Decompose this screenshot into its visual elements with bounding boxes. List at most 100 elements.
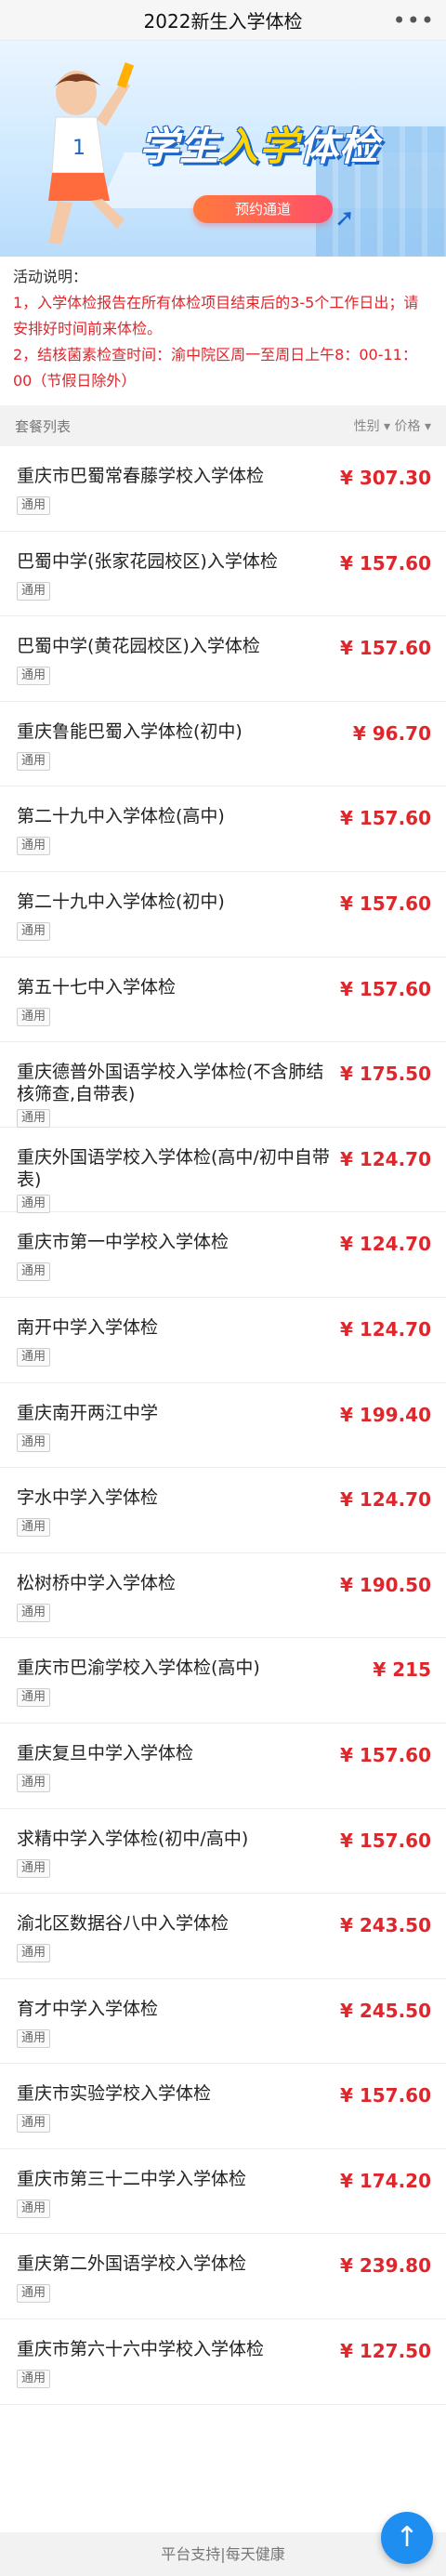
item-name: 重庆市第一中学校入学体检 xyxy=(17,1232,230,1253)
item-name: 巴蜀中学(黄花园校区)入学体检 xyxy=(17,636,260,657)
item-price: ¥ 157.60 xyxy=(339,977,431,1000)
list-item[interactable]: 巴蜀中学(黄花园校区)入学体检 通用 ¥ 157.60 xyxy=(0,616,446,702)
list-item[interactable]: 第五十七中入学体检 通用 ¥ 157.60 xyxy=(0,958,446,1043)
list-item[interactable]: 南开中学入学体检 通用 ¥ 124.70 xyxy=(0,1298,446,1383)
item-name: 重庆复旦中学入学体检 xyxy=(17,1742,194,1764)
list-item[interactable]: 重庆市第六十六中学校入学体检 通用 ¥ 127.50 xyxy=(0,2319,446,2405)
item-tag: 通用 xyxy=(17,581,51,601)
item-price: ¥ 124.70 xyxy=(339,1233,431,1256)
item-tag: 通用 xyxy=(17,1518,51,1538)
runner-number: 1 xyxy=(72,137,85,160)
notice-section: 活动说明： 1，入学体检报告在所有体检项目结束后的3-5个工作日出；请安排好时间… xyxy=(0,257,446,405)
item-price: ¥ 157.60 xyxy=(339,2084,431,2107)
runner-illustration: 1 xyxy=(48,62,135,244)
item-price: ¥ 124.70 xyxy=(339,1147,431,1170)
item-tag: 通用 xyxy=(17,2028,51,2048)
headline-part2: 体检 xyxy=(299,124,380,169)
item-name: 重庆市巴蜀常春藤学校入学体检 xyxy=(17,466,265,486)
list-item[interactable]: 重庆市巴渝学校入学体检(高中) 通用 ¥ 215 xyxy=(0,1638,446,1724)
list-item[interactable]: 重庆市第一中学校入学体检 通用 ¥ 124.70 xyxy=(0,1212,446,1298)
pointer-icon: ➚ xyxy=(334,205,355,232)
item-price: ¥ 96.70 xyxy=(352,721,431,745)
item-name: 第五十七中入学体检 xyxy=(17,976,177,997)
item-name: 重庆鲁能巴蜀入学体检(初中) xyxy=(17,720,243,742)
item-name: 求精中学入学体检(初中/高中) xyxy=(17,1828,249,1849)
package-list: 重庆市巴蜀常春藤学校入学体检 通用 ¥ 307.30 巴蜀中学(张家花园校区)入学体… xyxy=(0,446,446,2405)
list-item[interactable]: 重庆第二外国语学校入学体检 通用 ¥ 239.80 xyxy=(0,2234,446,2320)
list-item[interactable]: 育才中学入学体检 通用 ¥ 245.50 xyxy=(0,1979,446,2065)
item-name: 育才中学入学体检 xyxy=(17,1998,159,2019)
package-list-header: 套餐列表 性别 ▾ 价格 ▾ xyxy=(0,405,446,446)
list-item[interactable]: 渝北区数据谷八中入学体检 通用 ¥ 243.50 xyxy=(0,1894,446,1979)
item-price: ¥ 243.50 xyxy=(339,1914,431,1937)
page-title: 2022新生入学体检 xyxy=(143,10,303,33)
notice-title: 活动说明： xyxy=(13,268,88,285)
item-name: 重庆市第三十二中学入学体检 xyxy=(17,2168,247,2189)
book-button[interactable]: 预约通道 xyxy=(193,195,333,223)
list-item[interactable]: 松树桥中学入学体检 通用 ¥ 190.50 xyxy=(0,1553,446,1639)
list-item[interactable]: 重庆德普外国语学校入学体检(不含肺结核筛查,自带表) 通用 ¥ 175.50 xyxy=(0,1042,446,1129)
item-name: 渝北区数据谷八中入学体检 xyxy=(17,1913,230,1935)
item-price: ¥ 215 xyxy=(373,1658,431,1682)
list-item[interactable]: 求精中学入学体检(初中/高中) 通用 ¥ 157.60 xyxy=(0,1809,446,1895)
notice-line: 2，结核菌素检查时间：渝中院区周一至周日上午8：00-11：00（节假日除外） xyxy=(13,346,417,390)
list-item[interactable]: 重庆复旦中学入学体检 通用 ¥ 157.60 xyxy=(0,1724,446,1809)
item-tag: 通用 xyxy=(17,1433,51,1452)
list-item[interactable]: 第二十九中入学体检(初中) 通用 ¥ 157.60 xyxy=(0,872,446,958)
item-price: ¥ 239.80 xyxy=(339,2254,431,2278)
more-dots-icon[interactable]: ••• xyxy=(393,7,435,33)
item-tag: 通用 xyxy=(17,1262,51,1282)
item-name: 重庆市巴渝学校入学体检(高中) xyxy=(17,1658,260,1679)
item-tag: 通用 xyxy=(17,1603,51,1622)
item-name: 重庆市第六十六中学校入学体检 xyxy=(17,2339,265,2360)
list-item[interactable]: 重庆市实验学校入学体检 通用 ¥ 157.60 xyxy=(0,2064,446,2149)
item-price: ¥ 174.20 xyxy=(339,2169,431,2192)
item-tag: 通用 xyxy=(17,2284,51,2304)
item-tag: 通用 xyxy=(17,751,51,771)
item-price: ¥ 190.50 xyxy=(339,1573,431,1596)
item-name: 字水中学入学体检 xyxy=(17,1487,159,1509)
item-tag: 通用 xyxy=(17,1109,51,1129)
list-title: 套餐列表 xyxy=(15,417,72,435)
item-price: ¥ 157.60 xyxy=(339,551,431,575)
item-tag: 通用 xyxy=(17,2114,51,2133)
item-tag: 通用 xyxy=(17,496,51,515)
notice-line: 1，入学体检报告在所有体检项目结束后的3-5个工作日出；请安排好时间前来体检。 xyxy=(13,294,419,337)
item-name: 第二十九中入学体检(初中) xyxy=(17,891,225,912)
item-tag: 通用 xyxy=(17,2370,51,2389)
item-tag: 通用 xyxy=(17,1773,51,1792)
promo-banner[interactable]: 1 学生入学体检 预约通道 ➚ xyxy=(0,41,446,257)
arrow-up-icon[interactable]: ↑ xyxy=(381,2512,433,2564)
item-name: 南开中学入学体检 xyxy=(17,1316,159,1338)
item-price: ¥ 157.60 xyxy=(339,1743,431,1766)
item-tag: 通用 xyxy=(17,667,51,686)
list-item[interactable]: 重庆外国语学校入学体检(高中/初中自带表) 通用 ¥ 124.70 xyxy=(0,1128,446,1213)
list-item[interactable]: 重庆市巴蜀常春藤学校入学体检 通用 ¥ 307.30 xyxy=(0,446,446,532)
banner-headline: 学生入学体检 xyxy=(139,115,379,172)
headline-part1: 学生 xyxy=(139,124,220,169)
item-tag: 通用 xyxy=(17,1007,51,1026)
item-name: 重庆外国语学校入学体检(高中/初中自带表) xyxy=(17,1146,330,1190)
list-item[interactable]: 巴蜀中学(张家花园校区)入学体检 通用 ¥ 157.60 xyxy=(0,532,446,617)
item-price: ¥ 127.50 xyxy=(339,2340,431,2363)
item-tag: 通用 xyxy=(17,2199,51,2218)
item-name: 重庆市实验学校入学体检 xyxy=(17,2083,212,2105)
list-item[interactable]: 重庆南开两江中学 通用 ¥ 199.40 xyxy=(0,1383,446,1469)
sort-controls[interactable]: 性别 ▾ 价格 ▾ xyxy=(354,416,431,435)
list-item[interactable]: 字水中学入学体检 通用 ¥ 124.70 xyxy=(0,1468,446,1553)
footer: 平台支持|每天健康 xyxy=(0,2532,446,2576)
item-name: 松树桥中学入学体检 xyxy=(17,1572,177,1593)
list-item[interactable]: 第二十九中入学体检(高中) 通用 ¥ 157.60 xyxy=(0,786,446,872)
item-price: ¥ 157.60 xyxy=(339,892,431,915)
list-item[interactable]: 重庆市第三十二中学入学体检 通用 ¥ 174.20 xyxy=(0,2149,446,2235)
item-price: ¥ 124.70 xyxy=(339,1488,431,1512)
item-name: 重庆德普外国语学校入学体检(不含肺结核筛查,自带表) xyxy=(17,1062,324,1105)
title-bar: 2022新生入学体检 ••• xyxy=(0,0,446,41)
item-name: 重庆第二外国语学校入学体检 xyxy=(17,2253,247,2275)
item-price: ¥ 307.30 xyxy=(339,467,431,489)
item-tag: 通用 xyxy=(17,1194,51,1213)
item-tag: 通用 xyxy=(17,921,51,941)
item-price: ¥ 245.50 xyxy=(339,1999,431,2022)
item-price: ¥ 157.60 xyxy=(339,637,431,660)
list-item[interactable]: 重庆鲁能巴蜀入学体检(初中) 通用 ¥ 96.70 xyxy=(0,702,446,787)
